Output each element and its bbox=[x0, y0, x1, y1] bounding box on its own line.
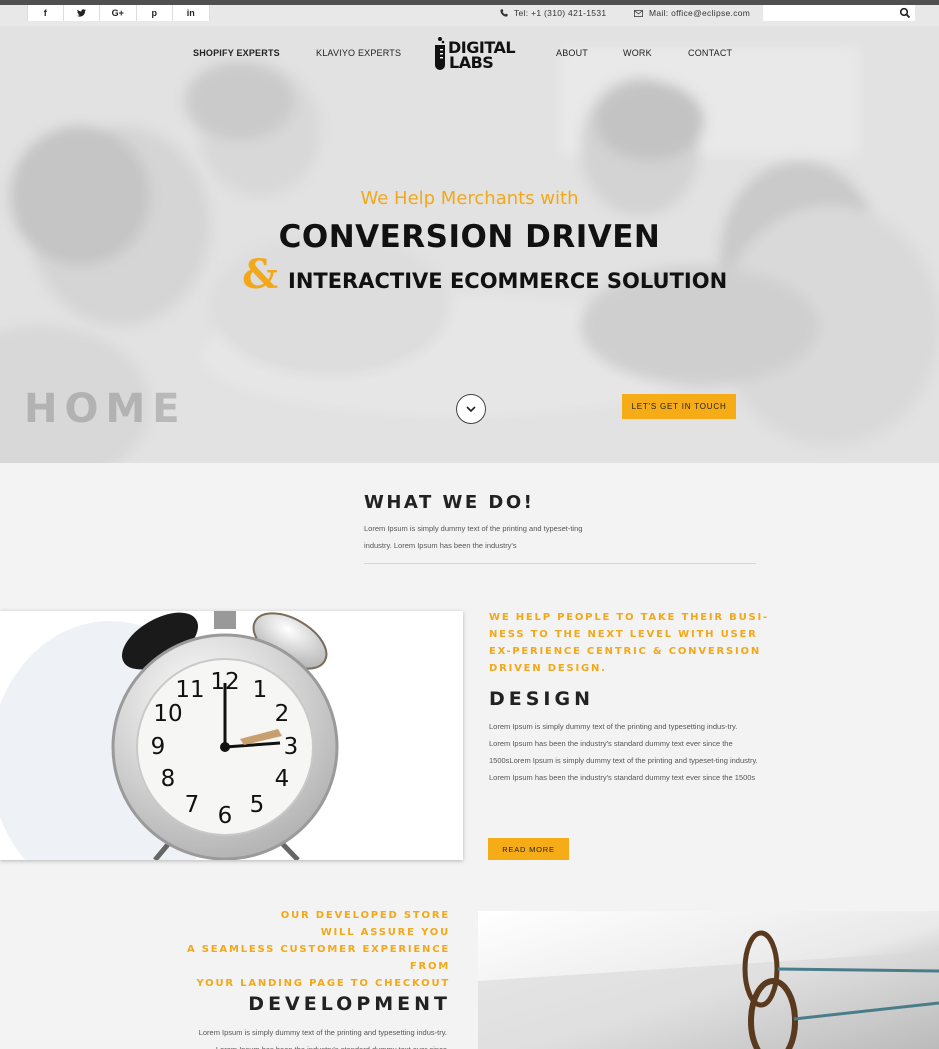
chevron-down-icon bbox=[466, 405, 476, 412]
home-watermark: HOME bbox=[24, 386, 187, 432]
search-icon[interactable] bbox=[899, 7, 911, 19]
digital-labs-logo[interactable]: DIGITAL LABS bbox=[433, 34, 519, 74]
read-more-button[interactable]: READ MORE bbox=[488, 838, 569, 860]
design-heading: DESIGN bbox=[489, 688, 595, 710]
what-we-do-title: WHAT WE DO! bbox=[364, 492, 535, 513]
alarm-clock-image: 12 1 2 3 4 5 6 7 8 9 10 11 bbox=[0, 611, 463, 860]
hero-section: SHOPIFY EXPERTS KLAVIYO EXPERTS DIGITAL … bbox=[0, 26, 939, 463]
svg-text:4: 4 bbox=[275, 766, 290, 792]
development-tagline: OUR DEVELOPED STORE WILL ASSURE YOU A SE… bbox=[150, 907, 450, 992]
development-text: Lorem Ipsum is simply dummy text of the … bbox=[198, 1028, 447, 1049]
svg-text:1: 1 bbox=[253, 677, 268, 703]
hero-ampersand: & bbox=[242, 251, 279, 298]
svg-text:3: 3 bbox=[284, 734, 299, 760]
nav-about[interactable]: ABOUT bbox=[556, 48, 588, 58]
svg-text:6: 6 bbox=[218, 803, 233, 829]
development-tagline-line: WILL ASSURE YOU bbox=[320, 927, 450, 938]
hero-subtitle: We Help Merchants with bbox=[360, 188, 579, 209]
hero-headline: CONVERSION DRIVEN bbox=[278, 219, 661, 255]
development-tagline-line: A SEAMLESS CUSTOMER EXPERIENCE FROM bbox=[186, 944, 450, 972]
phone-icon bbox=[500, 9, 508, 17]
top-bar: f G+ p in Tel: +1 (310) 421-1531 Mail: o… bbox=[0, 5, 939, 26]
envelope-icon bbox=[634, 9, 643, 17]
nav-shopify-experts[interactable]: SHOPIFY EXPERTS bbox=[193, 48, 280, 58]
logo-text-labs: LABS bbox=[449, 53, 494, 72]
phone-text[interactable]: Tel: +1 (310) 421-1531 bbox=[514, 8, 606, 18]
nav-klaviyo-experts[interactable]: KLAVIYO EXPERTS bbox=[316, 48, 401, 58]
svg-text:10: 10 bbox=[153, 701, 182, 727]
development-tagline-line: OUR DEVELOPED STORE bbox=[280, 910, 450, 921]
section-divider bbox=[364, 563, 756, 564]
svg-text:11: 11 bbox=[175, 677, 204, 703]
test-tube-icon bbox=[435, 37, 445, 70]
search-input[interactable] bbox=[763, 5, 915, 21]
facebook-icon[interactable]: f bbox=[27, 5, 64, 21]
what-we-do-text: Lorem Ipsum is simply dummy text of the … bbox=[364, 524, 583, 550]
development-heading: DEVELOPMENT bbox=[248, 993, 451, 1015]
twitter-icon[interactable] bbox=[64, 5, 100, 21]
svg-text:2: 2 bbox=[275, 701, 290, 727]
design-text: Lorem Ipsum is simply dummy text of the … bbox=[489, 722, 758, 782]
svg-text:8: 8 bbox=[161, 766, 176, 792]
mail-contact: Mail: office@eclipse.com bbox=[634, 8, 750, 18]
nav-contact[interactable]: CONTACT bbox=[688, 48, 732, 58]
eyeglasses-image bbox=[478, 911, 939, 1049]
google-plus-icon[interactable]: G+ bbox=[100, 5, 137, 21]
get-in-touch-button[interactable]: LET'S GET IN TOUCH bbox=[622, 394, 736, 419]
scroll-down-button[interactable] bbox=[456, 394, 486, 424]
social-links: f G+ p in bbox=[27, 5, 210, 21]
linkedin-icon[interactable]: in bbox=[173, 5, 210, 21]
phone-contact: Tel: +1 (310) 421-1531 bbox=[500, 8, 606, 18]
development-tagline-line: YOUR LANDING PAGE TO CHECKOUT bbox=[196, 978, 450, 989]
pinterest-icon[interactable]: p bbox=[137, 5, 173, 21]
design-tagline: WE HELP PEOPLE TO TAKE THEIR BUSI-NESS T… bbox=[489, 612, 769, 674]
svg-text:7: 7 bbox=[185, 792, 200, 818]
svg-text:9: 9 bbox=[151, 734, 166, 760]
nav-work[interactable]: WORK bbox=[623, 48, 652, 58]
mail-text[interactable]: Mail: office@eclipse.com bbox=[649, 8, 750, 18]
svg-text:5: 5 bbox=[250, 792, 265, 818]
hero-headline-secondary: INTERACTIVE ECOMMERCE SOLUTION bbox=[288, 269, 728, 293]
